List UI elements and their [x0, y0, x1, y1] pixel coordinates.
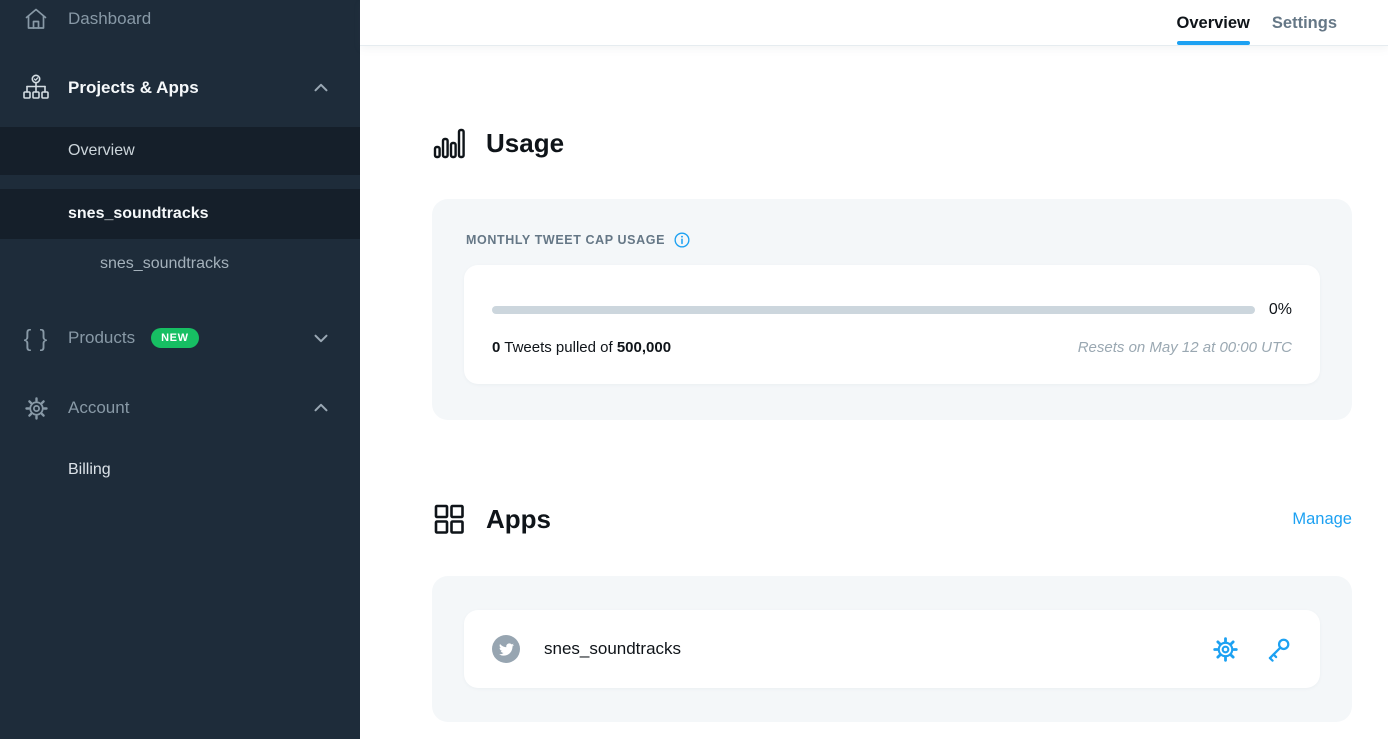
apps-title: Apps — [486, 504, 551, 535]
sidebar-item-dashboard[interactable]: Dashboard — [0, 0, 360, 38]
content: Usage MONTHLY TWEET CAP USAGE — [360, 46, 1388, 739]
sidebar-item-overview[interactable]: Overview — [0, 127, 360, 175]
tweet-cap-label-row: MONTHLY TWEET CAP USAGE — [466, 231, 1320, 249]
page-tabs-header: Overview Settings — [360, 0, 1388, 46]
tweet-cap-progressbar — [492, 306, 1255, 314]
tweet-cap-percent: 0% — [1269, 301, 1292, 319]
usage-section-heading: Usage — [432, 126, 1352, 160]
sidebar-item-label: Projects & Apps — [68, 78, 199, 98]
chevron-up-icon — [310, 77, 332, 99]
info-icon[interactable] — [673, 231, 691, 249]
tweet-cap-progress-row: 0% — [492, 301, 1292, 319]
grid-icon — [432, 502, 466, 536]
sidebar-item-products[interactable]: { } Products NEW — [0, 315, 360, 361]
chevron-up-icon — [310, 397, 332, 419]
app-actions — [1212, 636, 1292, 663]
sidebar-item-label: snes_soundtracks — [100, 255, 229, 273]
app-settings-gear-icon[interactable] — [1212, 636, 1239, 663]
tab-overview[interactable]: Overview — [1177, 0, 1250, 45]
home-icon — [20, 6, 52, 32]
tweets-pulled-text: 0 Tweets pulled of 500,000 — [492, 339, 671, 356]
new-badge: NEW — [151, 328, 198, 348]
apps-section-heading: Apps Manage — [432, 502, 1352, 536]
sidebar-item-label: Products — [68, 328, 135, 348]
gear-icon — [20, 396, 52, 421]
sidebar-item-label: Account — [68, 398, 129, 418]
sidebar-item-label: Dashboard — [68, 9, 151, 29]
tweet-cap-label: MONTHLY TWEET CAP USAGE — [466, 233, 665, 247]
sidebar-item-label: snes_soundtracks — [68, 205, 209, 223]
tweet-cap-card: MONTHLY TWEET CAP USAGE 0% — [432, 199, 1352, 420]
apps-card: snes_soundtracks — [432, 576, 1352, 722]
sidebar: Dashboard Projects & Apps Overv — [0, 0, 360, 739]
sidebar-item-project-snes-soundtracks[interactable]: snes_soundtracks — [0, 189, 360, 239]
sidebar-item-projects-apps[interactable]: Projects & Apps — [0, 66, 360, 110]
twitter-avatar-icon — [492, 635, 520, 663]
sidebar-item-label: Overview — [68, 142, 135, 160]
sidebar-item-app-snes-soundtracks[interactable]: snes_soundtracks — [0, 239, 360, 289]
sitemap-icon — [20, 73, 52, 103]
app-keys-icon[interactable] — [1265, 636, 1292, 663]
tab-settings[interactable]: Settings — [1272, 0, 1337, 45]
braces-icon: { } — [20, 327, 52, 350]
reset-date-text: Resets on May 12 at 00:00 UTC — [1078, 339, 1292, 356]
sidebar-item-label: Billing — [68, 461, 111, 479]
sidebar-item-billing[interactable]: Billing — [0, 449, 360, 491]
tweet-cap-meta-row: 0 Tweets pulled of 500,000 Resets on May… — [492, 339, 1292, 356]
usage-title: Usage — [486, 128, 564, 159]
tweet-cap-inner-card: 0% 0 Tweets pulled of 500,000 Resets on … — [464, 265, 1320, 384]
manage-link[interactable]: Manage — [1292, 510, 1352, 529]
main-area: Overview Settings Usage MONTHLY TWEET CA… — [360, 0, 1388, 739]
bar-chart-icon — [432, 126, 466, 160]
sidebar-item-account[interactable]: Account — [0, 385, 360, 431]
app-list-item: snes_soundtracks — [464, 610, 1320, 688]
app-name: snes_soundtracks — [544, 639, 681, 659]
chevron-down-icon — [310, 327, 332, 349]
